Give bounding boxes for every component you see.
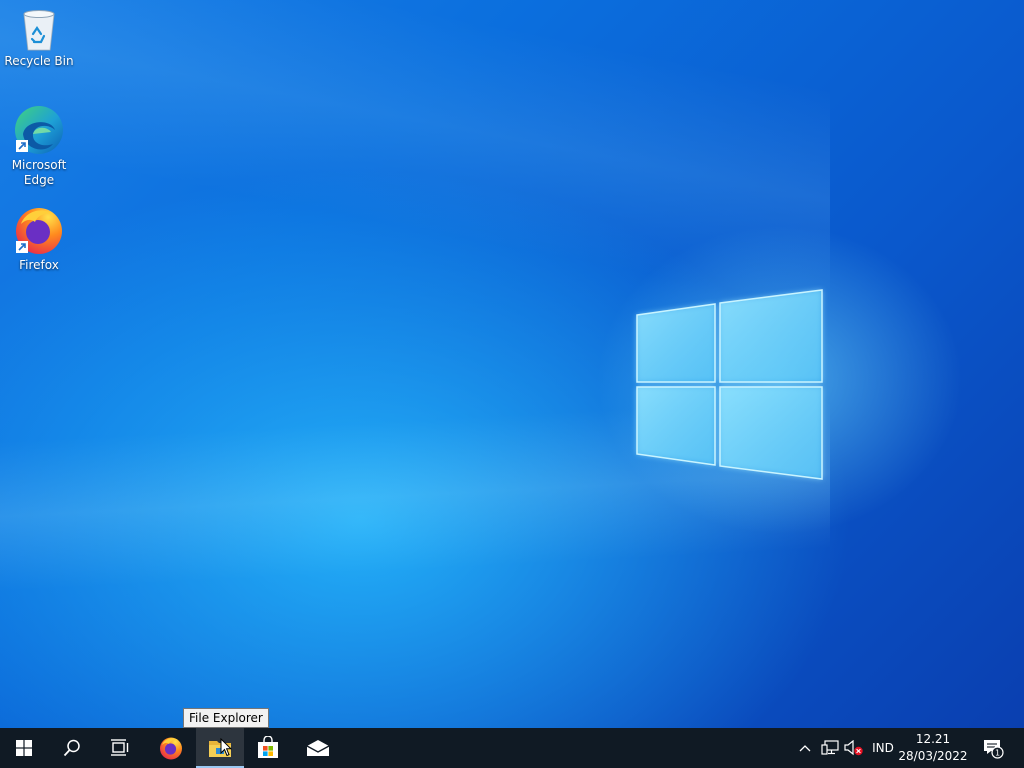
windows-wallpaper-logo [636, 289, 823, 480]
taskbar-app-firefox[interactable] [147, 728, 195, 768]
show-hidden-icons-button[interactable] [796, 728, 814, 768]
desktop-icon-label: Firefox [19, 258, 59, 272]
light-ray [0, 0, 830, 311]
taskbar-app-mail[interactable] [294, 728, 342, 768]
task-view-button[interactable] [96, 728, 144, 768]
firefox-icon [16, 208, 62, 254]
tooltip: File Explorer [183, 708, 269, 728]
desktop[interactable]: Recycle Bin Microsoft Edge Firefox [0, 0, 1024, 728]
clock-date: 28/03/2022 [898, 749, 968, 763]
recycle-bin-icon [23, 10, 55, 51]
mail-icon [306, 740, 330, 756]
store-icon [258, 736, 278, 758]
desktop-icon-microsoft-edge[interactable]: Microsoft Edge [1, 104, 77, 188]
desktop-icon-label: Microsoft Edge [11, 158, 67, 187]
desktop-icon-label: Recycle Bin [4, 54, 74, 68]
search-button[interactable] [48, 728, 96, 768]
clock[interactable]: 12.21 28/03/2022 [898, 731, 968, 765]
search-icon [63, 739, 80, 757]
notification-icon: 1 [984, 740, 1004, 759]
taskbar-app-microsoft-store[interactable] [244, 728, 292, 768]
network-icon [821, 740, 839, 755]
input-language: IND [872, 741, 894, 755]
start-button[interactable] [0, 728, 48, 768]
task-view-icon [111, 739, 129, 756]
volume-muted-icon [844, 740, 863, 756]
volume-button[interactable] [843, 728, 865, 768]
network-button[interactable] [819, 728, 841, 768]
desktop-icon-recycle-bin[interactable]: Recycle Bin [1, 6, 77, 69]
desktop-icon-firefox[interactable]: Firefox [1, 204, 77, 273]
notification-badge: 1 [995, 749, 1000, 758]
taskbar[interactable]: IND 12.21 28/03/2022 1 [0, 728, 1024, 768]
mouse-cursor-icon [220, 738, 232, 757]
clock-time: 12.21 [915, 732, 951, 746]
edge-icon [15, 106, 63, 154]
action-center-button[interactable]: 1 [978, 728, 1008, 768]
chevron-up-icon [799, 745, 811, 752]
input-language-button[interactable]: IND [867, 728, 899, 768]
firefox-icon [160, 737, 182, 760]
windows-start-icon [16, 740, 32, 756]
